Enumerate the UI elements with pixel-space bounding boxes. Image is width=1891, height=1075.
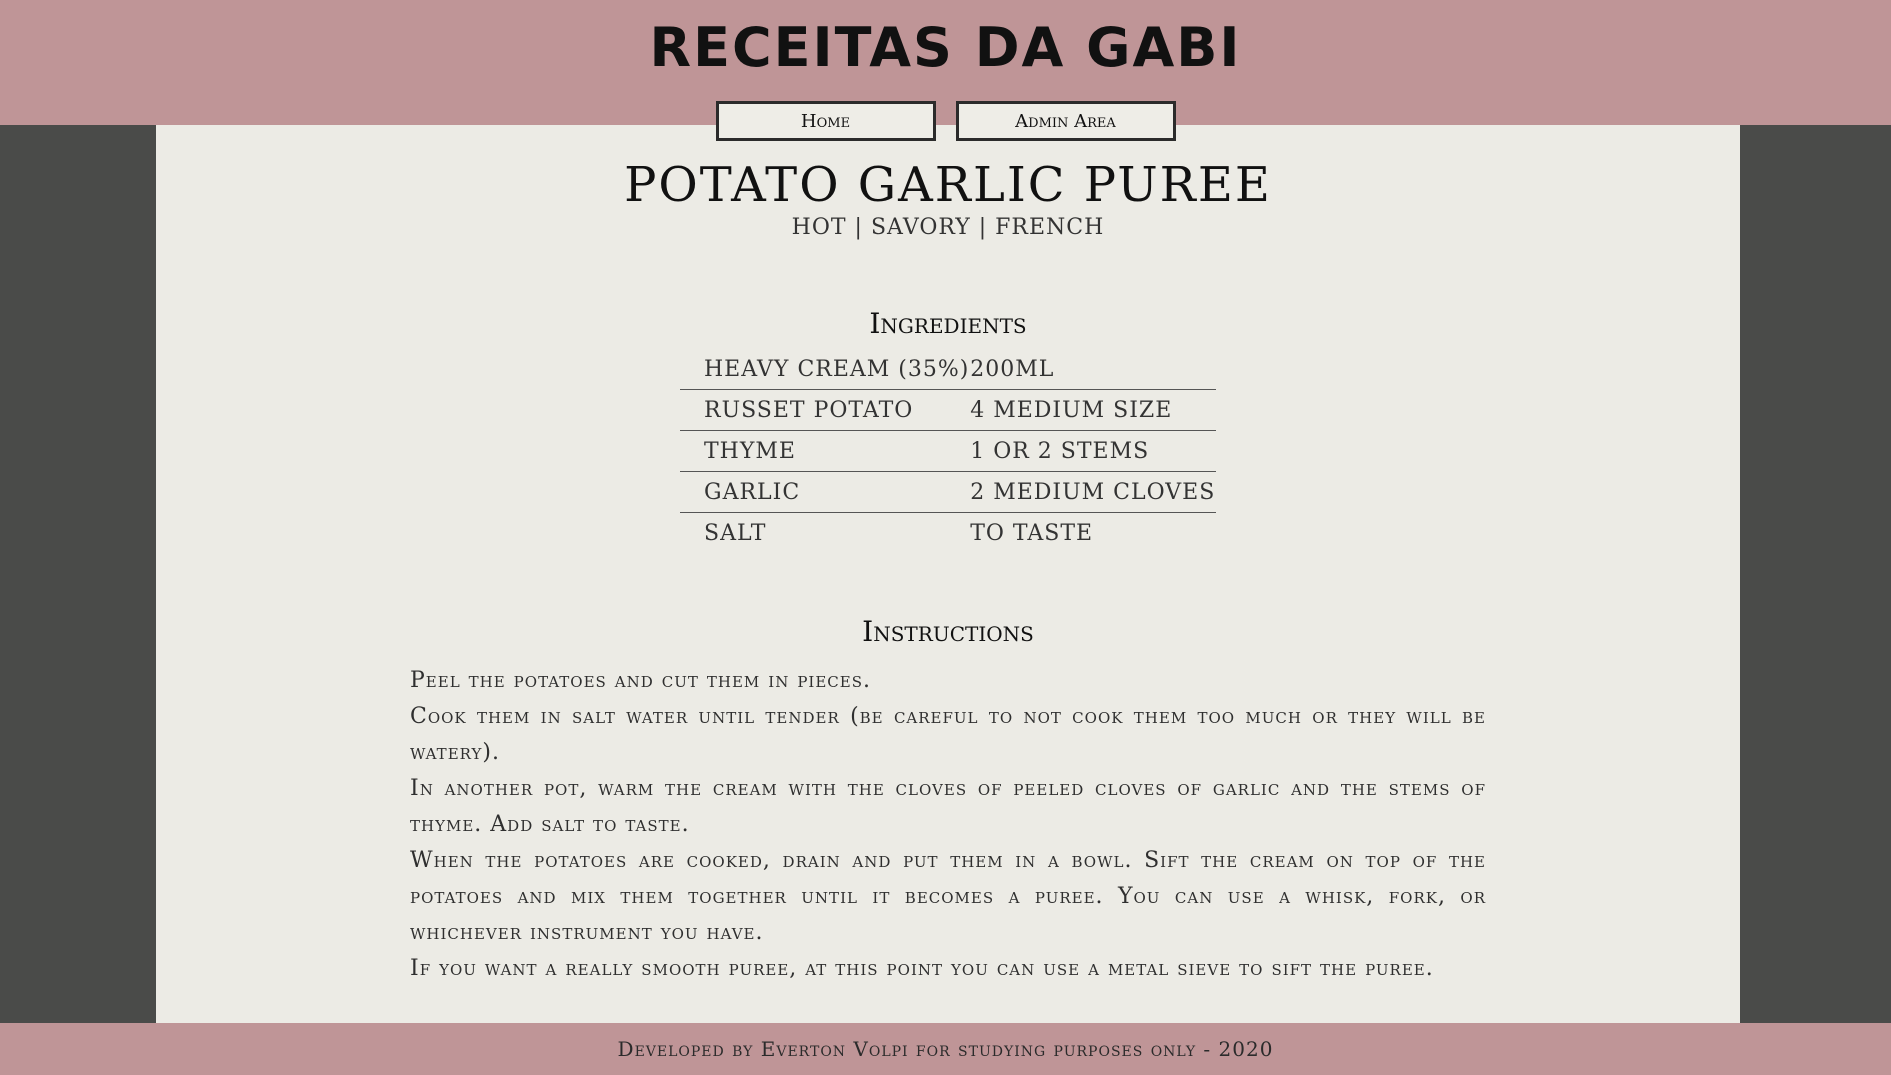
recipe-content: POTATO GARLIC PUREE HOT | SAVORY | FRENC… xyxy=(156,125,1740,1023)
ingredient-name: RUSSET POTATO xyxy=(704,397,914,423)
instruction-step: Cook them in salt water until tender (be… xyxy=(410,704,1486,765)
ingredient-row: SALT TO TASTE xyxy=(680,513,1216,554)
ingredients-table: HEAVY CREAM (35%) 200ML RUSSET POTATO 4 … xyxy=(680,349,1216,553)
recipe-tags: HOT | SAVORY | FRENCH xyxy=(791,215,1105,240)
ingredient-name: HEAVY CREAM (35%) xyxy=(704,356,970,382)
instruction-step: Peel the potatoes and cut them in pieces… xyxy=(410,668,871,693)
instruction-step: When the potatoes are cooked, drain and … xyxy=(410,848,1486,945)
ingredient-amount: 4 MEDIUM SIZE xyxy=(970,397,1173,423)
site-title: RECEITAS DA GABI xyxy=(649,16,1242,79)
ingredient-name: THYME xyxy=(704,438,796,464)
main-nav: Home Admin Area xyxy=(0,101,1891,141)
ingredient-amount: 2 MEDIUM CLOVES xyxy=(970,479,1216,505)
instruction-step: If you want a really smooth puree, at th… xyxy=(410,956,1434,981)
instructions-list: Peel the potatoes and cut them in pieces… xyxy=(410,663,1486,987)
ingredients-heading: Ingredients xyxy=(869,307,1027,340)
admin-area-button[interactable]: Admin Area xyxy=(955,101,1176,141)
ingredient-row: THYME 1 OR 2 STEMS xyxy=(680,431,1216,472)
recipe-title: POTATO GARLIC PUREE xyxy=(624,157,1272,213)
site-footer: Developed by Everton Volpi for studying … xyxy=(0,1023,1891,1075)
instructions-heading: Instructions xyxy=(862,615,1034,648)
home-button[interactable]: Home xyxy=(715,101,936,141)
ingredient-amount: TO TASTE xyxy=(970,520,1094,546)
ingredient-name: GARLIC xyxy=(704,479,801,505)
ingredient-amount: 1 OR 2 STEMS xyxy=(970,438,1150,464)
ingredient-amount: 200ML xyxy=(970,356,1055,382)
ingredient-row: GARLIC 2 MEDIUM CLOVES xyxy=(680,472,1216,513)
instruction-step: In another pot, warm the cream with the … xyxy=(410,776,1486,837)
ingredient-name: SALT xyxy=(704,520,767,546)
ingredient-row: RUSSET POTATO 4 MEDIUM SIZE xyxy=(680,390,1216,431)
footer-text: Developed by Everton Volpi for studying … xyxy=(617,1037,1274,1061)
ingredient-row: HEAVY CREAM (35%) 200ML xyxy=(680,349,1216,390)
